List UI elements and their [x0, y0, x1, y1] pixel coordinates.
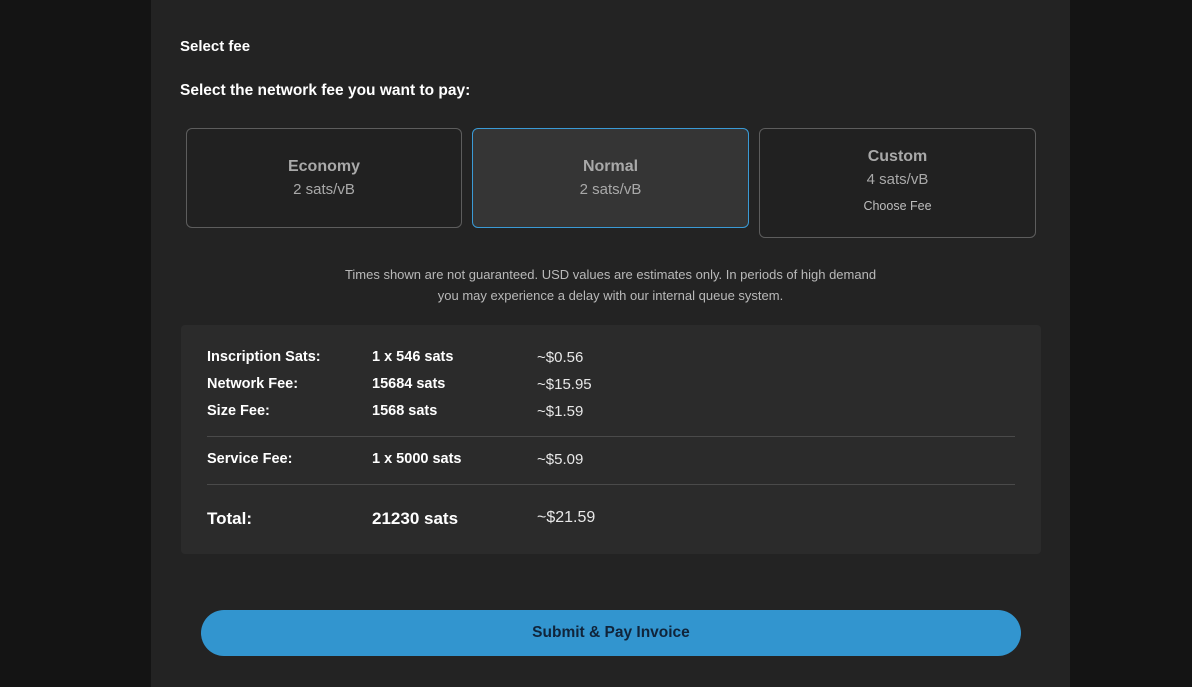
row-usd: ~$1.59 [537, 403, 584, 420]
fee-option-normal[interactable]: Normal 2 sats/vB [472, 128, 749, 228]
summary-row-inscription: Inscription Sats: 1 x 546 sats ~$0.56 [181, 349, 1041, 369]
fee-option-name: Custom [867, 148, 928, 165]
row-sats: 1 x 546 sats [372, 349, 454, 365]
summary-row-size-fee: Size Fee: 1568 sats ~$1.59 [181, 403, 1041, 423]
total-usd: ~$21.59 [537, 509, 596, 526]
choose-fee-link[interactable]: Choose Fee [760, 199, 1035, 213]
total-sats: 21230 sats [372, 509, 459, 528]
row-label: Inscription Sats: [207, 349, 321, 365]
total-label: Total: [207, 509, 253, 528]
disclaimer-text: Times shown are not guaranteed. USD valu… [344, 267, 877, 303]
fee-prompt: Select the network fee you want to pay: [180, 82, 471, 99]
row-label: Service Fee: [207, 451, 293, 467]
row-sats: 1 x 5000 sats [372, 451, 462, 467]
summary-row-total: Total: 21230 sats ~$21.59 [181, 509, 1041, 529]
row-usd: ~$15.95 [537, 376, 592, 393]
row-label: Network Fee: [207, 376, 299, 392]
row-sats: 1568 sats [372, 403, 438, 419]
fee-option-custom[interactable]: Custom 4 sats/vB Choose Fee [759, 128, 1036, 238]
row-usd: ~$0.56 [537, 349, 584, 366]
summary-divider [207, 436, 1015, 437]
fee-option-rate: 2 sats/vB [579, 181, 642, 198]
fee-option-name: Normal [582, 158, 639, 175]
summary-row-network-fee: Network Fee: 15684 sats ~$15.95 [181, 376, 1041, 396]
fee-option-rate: 4 sats/vB [866, 171, 929, 188]
fee-summary: Inscription Sats: 1 x 546 sats ~$0.56 Ne… [181, 325, 1041, 554]
row-label: Size Fee: [207, 403, 270, 419]
row-sats: 15684 sats [372, 376, 446, 392]
fee-option-economy[interactable]: Economy 2 sats/vB [186, 128, 462, 228]
submit-pay-invoice-button[interactable]: Submit & Pay Invoice [201, 610, 1021, 656]
section-title: Select fee [180, 38, 251, 55]
fee-option-name: Economy [287, 158, 360, 175]
fee-option-rate: 2 sats/vB [293, 181, 355, 198]
summary-row-service-fee: Service Fee: 1 x 5000 sats ~$5.09 [181, 451, 1041, 471]
row-usd: ~$5.09 [537, 451, 584, 468]
summary-divider [207, 484, 1015, 485]
